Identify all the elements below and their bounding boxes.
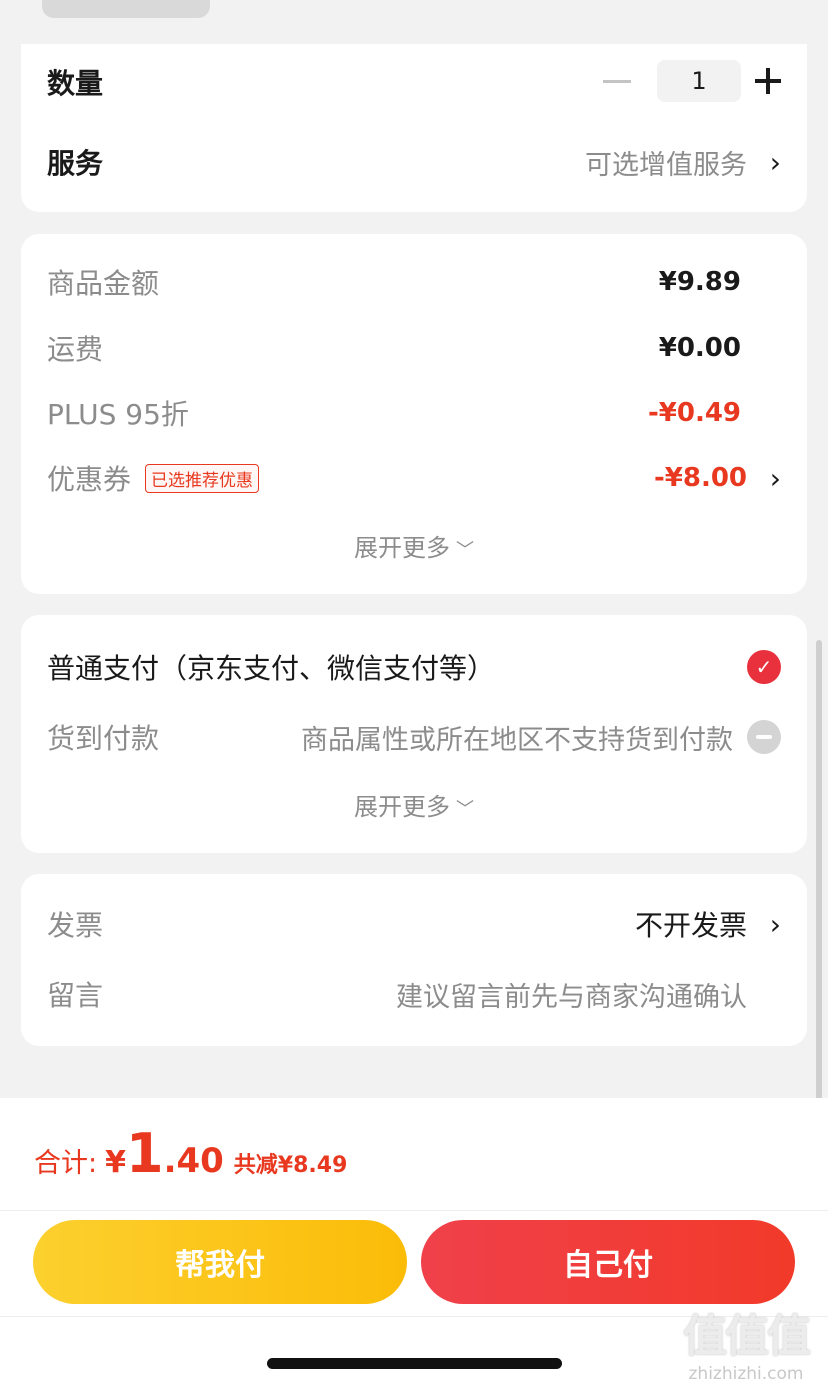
service-label: 服务 (47, 147, 104, 180)
order-total: 合计: ¥ 1 .40 共减¥8.49 (34, 1122, 347, 1185)
total-saved: 共减¥8.49 (233, 1153, 348, 1178)
invoice-label: 发票 (47, 909, 104, 942)
service-value: 可选增值服务 (585, 149, 747, 181)
service-row[interactable]: 服务 可选增值服务 › (47, 144, 781, 181)
goods-amount-value: ¥9.89 (658, 267, 741, 297)
message-row[interactable]: 留言 建议留言前先与商家沟通确认 (47, 974, 781, 1014)
goods-amount-row: 商品金额 ¥9.89 (47, 264, 781, 300)
quantity-label: 数量 (47, 67, 104, 100)
watermark-url: zhizhizhi.com (688, 1364, 804, 1384)
payment-cod-note: 商品属性或所在地区不支持货到付款 (301, 724, 733, 756)
coupon-tag: 已选推荐优惠 (145, 463, 260, 493)
goods-amount-label: 商品金额 (47, 267, 160, 300)
product-thumbnail (42, 0, 210, 18)
expand-more-label: 展开更多 (354, 534, 450, 562)
expand-more-button[interactable]: 展开更多 ﹀ (21, 787, 807, 822)
coupon-row[interactable]: 优惠券 已选推荐优惠 -¥8.00 › (47, 460, 781, 497)
quantity-stepper[interactable]: 1 (603, 60, 781, 102)
payment-option-cod: 货到付款 商品属性或所在地区不支持货到付款 (47, 717, 781, 757)
expand-more-label: 展开更多 (354, 793, 450, 821)
total-decimal: .40 (163, 1141, 224, 1181)
plus-discount-row: PLUS 95折 -¥0.49 (47, 395, 781, 431)
divider (0, 1210, 828, 1211)
chevron-right-icon: › (769, 461, 781, 495)
invoice-card: 发票 不开发票 › 留言 建议留言前先与商家沟通确认 (21, 874, 807, 1046)
plus-icon[interactable] (755, 68, 781, 94)
coupon-value: -¥8.00 (653, 463, 747, 493)
home-indicator[interactable] (267, 1358, 562, 1369)
total-integer: 1 (125, 1122, 164, 1185)
shipping-value: ¥0.00 (658, 333, 741, 363)
shipping-row: 运费 ¥0.00 (47, 330, 781, 366)
disabled-icon (747, 720, 781, 754)
message-label: 留言 (47, 979, 104, 1012)
price-breakdown-card: 商品金额 ¥9.89 运费 ¥0.00 PLUS 95折 -¥0.49 优惠券 … (21, 234, 807, 594)
payment-option-normal[interactable]: 普通支付（京东支付、微信支付等） ✓ (47, 647, 781, 687)
chevron-down-icon: ﹀ (456, 799, 474, 820)
total-currency: ¥ (105, 1145, 126, 1180)
watermark-logo: 值值值 (683, 1311, 811, 1362)
chevron-down-icon: ﹀ (456, 540, 474, 561)
invoice-value: 不开发票 (634, 909, 747, 942)
watermark: 值值值 zhizhizhi.com (672, 1300, 820, 1384)
shipping-label: 运费 (47, 333, 104, 366)
minus-icon[interactable] (603, 79, 631, 83)
order-options-card: 数量 1 服务 可选增值服务 › (21, 44, 807, 212)
coupon-label: 优惠券 (47, 463, 132, 496)
payment-method-card: 普通支付（京东支付、微信支付等） ✓ 货到付款 商品属性或所在地区不支持货到付款… (21, 615, 807, 853)
invoice-row[interactable]: 发票 不开发票 › (47, 904, 781, 944)
plus-discount-label: PLUS 95折 (47, 398, 189, 431)
payment-cod-label: 货到付款 (47, 722, 160, 755)
quantity-input[interactable]: 1 (657, 60, 741, 102)
scrollbar[interactable] (816, 640, 822, 1100)
chevron-right-icon: › (769, 907, 781, 941)
total-label: 合计: (34, 1148, 98, 1179)
checkmark-icon[interactable]: ✓ (747, 650, 781, 684)
chevron-right-icon: › (769, 145, 781, 179)
message-input[interactable]: 建议留言前先与商家沟通确认 (396, 975, 747, 1014)
plus-discount-value: -¥0.49 (647, 398, 741, 428)
help-pay-button[interactable]: 帮我付 (33, 1220, 407, 1304)
expand-more-button[interactable]: 展开更多 ﹀ (21, 528, 807, 563)
self-pay-button[interactable]: 自己付 (421, 1220, 795, 1304)
payment-normal-label: 普通支付（京东支付、微信支付等） (47, 652, 496, 685)
